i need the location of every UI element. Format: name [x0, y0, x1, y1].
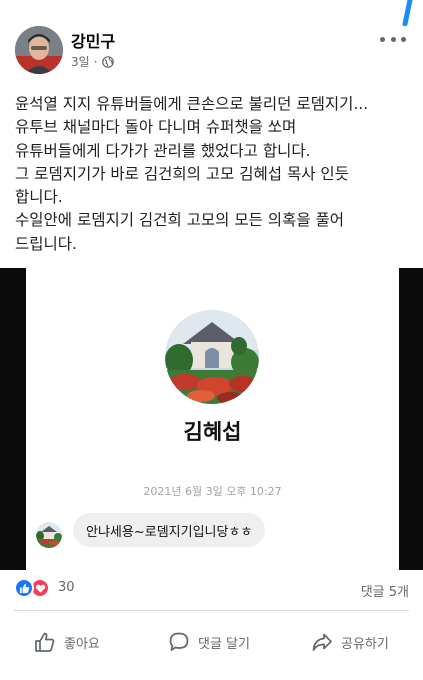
comment-bubble-icon [169, 632, 189, 651]
share-button[interactable]: 공유하기 [311, 622, 389, 662]
post-text-line: 드립니다. [15, 234, 77, 253]
comment-button[interactable]: 댓글 달기 [168, 622, 250, 662]
post-header: 강민구 3일 · [15, 26, 408, 82]
thumbs-up-icon [35, 632, 55, 652]
profile-photo [165, 310, 259, 404]
meta-separator: · [93, 54, 98, 69]
divider [14, 610, 409, 611]
post-text: 윤석열 지지 유튜버들에게 큰손으로 불리던 로뎀지기... 유투브 채널마다 … [15, 93, 413, 256]
author-name[interactable]: 강민구 [71, 28, 115, 52]
reaction-icons [14, 578, 50, 598]
more-dot-icon [401, 36, 406, 42]
post-text-line: 유튜버들에게 다가가 관리를 했었다고 합니다. [15, 141, 311, 160]
share-label: 공유하기 [341, 636, 389, 652]
globe-icon [101, 55, 114, 68]
like-reaction-icon [14, 578, 34, 598]
like-button[interactable]: 좋아요 [34, 622, 100, 662]
profile-name: 김혜섭 [183, 420, 242, 444]
reactions-summary[interactable]: 30 댓글 5개 [14, 578, 409, 600]
author-avatar[interactable] [15, 26, 63, 74]
more-options-button[interactable] [380, 32, 406, 46]
post-text-line: 윤석열 지지 유튜버들에게 큰손으로 불리던 로뎀지기... [15, 95, 369, 113]
more-dot-icon [380, 36, 385, 42]
post-text-line: 수일안에 로뎀지기 김건희 고모의 모든 의혹을 풀어 [15, 211, 345, 230]
share-arrow-icon [312, 633, 332, 651]
accent-stroke-mark [402, 0, 413, 26]
more-dot-icon [390, 36, 396, 42]
message-bubble: 안냐세용~로뎀지기입니당ㅎㅎ [73, 513, 266, 547]
post-text-line: 유투브 채널마다 돌아 다니며 슈퍼챗을 쏘며 [15, 118, 297, 137]
chat-screenshot: 김혜섭 2021년 6월 3일 오후 10:27 안냐세용~로뎀지기입니당ㅎㅎ [26, 268, 399, 570]
shared-image[interactable]: 김혜섭 2021년 6월 3일 오후 10:27 안냐세용~로뎀지기입니당ㅎㅎ [0, 268, 423, 570]
comment-count[interactable]: 댓글 5개 [361, 581, 409, 600]
post-time[interactable]: 3일 [71, 53, 90, 70]
post-text-line: 합니다. [15, 188, 63, 207]
post-text-line: 그 로뎀지기가 바로 김건희의 고모 김혜섭 목사 인듯 [15, 164, 349, 183]
action-bar: 좋아요 댓글 달기 공유하기 [0, 622, 423, 662]
post-meta: 3일 · [71, 53, 114, 70]
message-avatar [36, 522, 62, 548]
message-timestamp: 2021년 6월 3일 오후 10:27 [143, 485, 282, 498]
reaction-count[interactable]: 30 [58, 580, 75, 595]
comment-label: 댓글 달기 [198, 636, 250, 652]
like-label: 좋아요 [64, 636, 100, 652]
